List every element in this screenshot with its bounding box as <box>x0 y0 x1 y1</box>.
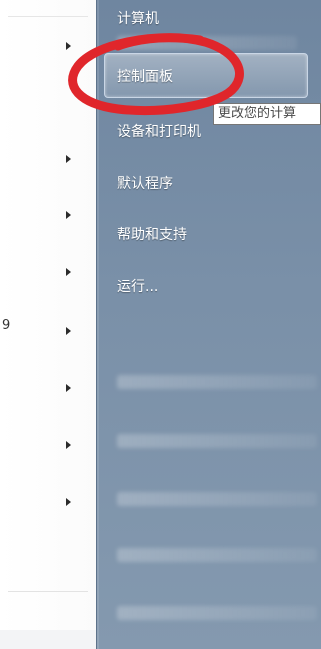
menu-item-default-programs[interactable]: 默认程序 <box>117 173 173 193</box>
submenu-arrow-icon[interactable] <box>66 441 71 449</box>
submenu-arrow-icon[interactable] <box>66 42 71 50</box>
menu-item-run[interactable]: 运行... <box>117 276 158 296</box>
divider <box>8 16 88 17</box>
menu-item-control-panel[interactable]: 控制面板 <box>104 53 308 98</box>
blurred-item <box>117 606 317 620</box>
menu-item-help-support[interactable]: 帮助和支持 <box>117 224 187 244</box>
submenu-arrow-icon[interactable] <box>66 211 71 219</box>
submenu-arrow-icon[interactable] <box>66 384 71 392</box>
programs-pane: 9 <box>0 0 96 649</box>
menu-item-devices-printers[interactable]: 设备和打印机 <box>117 121 201 141</box>
submenu-arrow-icon[interactable] <box>66 155 71 163</box>
menu-item-label: 控制面板 <box>117 69 173 85</box>
submenu-arrow-icon[interactable] <box>66 268 71 276</box>
blurred-item <box>117 492 317 506</box>
menu-item-computer[interactable]: 计算机 <box>117 8 159 28</box>
tooltip: 更改您的计算 <box>213 103 321 125</box>
blurred-item <box>117 36 297 50</box>
blurred-item <box>117 375 317 389</box>
divider <box>8 591 88 592</box>
blurred-item <box>117 434 317 448</box>
search-box-area[interactable] <box>0 630 96 649</box>
submenu-arrow-icon[interactable] <box>66 498 71 506</box>
program-item-label[interactable]: 9 <box>2 318 10 333</box>
blurred-item <box>117 548 317 562</box>
submenu-arrow-icon[interactable] <box>66 327 71 335</box>
